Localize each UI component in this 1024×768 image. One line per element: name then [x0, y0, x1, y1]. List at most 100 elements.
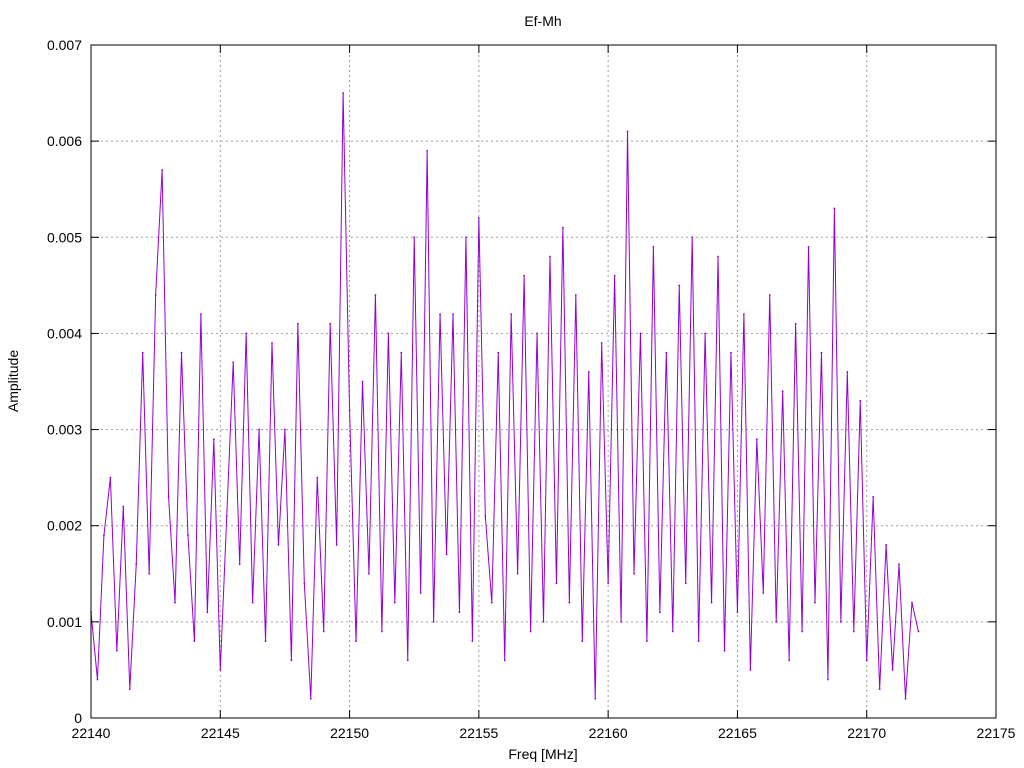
data-point — [400, 351, 403, 354]
chart-svg: 22140 22145 22150 22155 22160 22165 22170 22175… — [0, 0, 1024, 768]
data-point — [148, 572, 151, 575]
data-point — [781, 390, 784, 393]
data-point — [542, 620, 545, 623]
data-point — [684, 582, 687, 585]
data-point — [174, 601, 176, 604]
data-point — [523, 274, 526, 277]
data-point — [419, 592, 422, 594]
x-tick-label: 22165 — [718, 725, 757, 741]
data-point — [445, 553, 448, 556]
data-point — [717, 255, 719, 258]
y-tick-label: 0.003 — [47, 422, 82, 438]
data-point — [788, 659, 791, 662]
data-point — [212, 438, 215, 441]
data-point — [646, 640, 648, 642]
data-point — [574, 294, 577, 296]
data-point — [613, 274, 616, 277]
data-point — [814, 601, 816, 604]
data-point — [219, 669, 222, 671]
data-point — [103, 534, 105, 537]
data-point — [749, 669, 752, 671]
data-point — [393, 601, 396, 604]
data-point — [154, 294, 157, 296]
data-point — [284, 428, 286, 431]
x-tick-label: 22170 — [847, 725, 886, 741]
data-point — [846, 370, 849, 373]
data-point — [549, 255, 551, 258]
data-point — [658, 611, 661, 614]
data-point — [387, 332, 390, 335]
y-tick-label: 0.002 — [47, 518, 82, 534]
data-point — [335, 544, 338, 546]
data-point — [490, 601, 493, 604]
data-point — [225, 515, 228, 517]
data-point — [859, 399, 862, 402]
data-point — [633, 572, 635, 575]
data-point — [128, 688, 131, 691]
data-point — [232, 361, 235, 364]
data-point — [723, 649, 726, 652]
data-point — [665, 351, 668, 354]
data-point — [626, 130, 629, 133]
data-point — [671, 630, 674, 633]
data-point — [600, 342, 603, 344]
y-tick-label: 0.001 — [47, 614, 82, 630]
data-point — [529, 630, 532, 633]
data-point — [736, 611, 739, 614]
y-tick-label: 0.006 — [47, 133, 82, 149]
data-point — [898, 563, 900, 566]
data-point — [827, 678, 829, 681]
data-point — [322, 630, 325, 633]
data-point — [904, 697, 907, 700]
data-point — [742, 313, 745, 316]
data-point — [471, 640, 474, 642]
data-point — [581, 640, 584, 642]
data-point — [187, 534, 189, 537]
data-point — [833, 207, 836, 210]
data-point — [891, 669, 894, 671]
data-point — [458, 611, 461, 614]
data-point — [161, 169, 164, 171]
x-tick-label: 22140 — [72, 725, 111, 741]
data-point — [820, 351, 823, 354]
x-tick-label: 22160 — [589, 725, 628, 741]
data-point — [316, 476, 319, 479]
data-point — [329, 322, 332, 325]
data-point — [361, 380, 364, 383]
data-point — [516, 572, 519, 575]
data-point — [704, 332, 707, 335]
data-point — [277, 544, 280, 546]
data-point — [374, 294, 377, 296]
data-point — [251, 601, 254, 604]
y-tick-label: 0.004 — [47, 325, 82, 341]
data-point — [296, 322, 299, 325]
data-point — [477, 217, 480, 219]
data-point — [342, 92, 345, 94]
data-point — [167, 495, 170, 498]
data-point — [755, 438, 758, 441]
data-point — [878, 688, 881, 691]
data-point — [368, 572, 370, 575]
data-point — [691, 236, 694, 239]
data-point — [497, 351, 500, 354]
data-point — [355, 640, 357, 642]
data-point — [465, 236, 467, 239]
data-point — [561, 226, 564, 229]
data-point — [180, 351, 183, 354]
data-point — [865, 659, 868, 662]
data-point — [135, 563, 138, 566]
data-point — [762, 592, 765, 594]
data-point — [484, 515, 487, 517]
data-point — [555, 582, 558, 585]
data-point — [238, 563, 241, 566]
data-point — [620, 620, 622, 623]
data-point — [775, 620, 778, 623]
chart-container: 22140 22145 22150 22155 22160 22165 22170 22175… — [0, 0, 1024, 768]
data-point — [594, 697, 597, 700]
data-point — [885, 544, 888, 546]
data-point — [122, 505, 125, 508]
data-point — [678, 284, 681, 287]
data-point — [206, 611, 209, 614]
data-point — [730, 351, 732, 354]
data-point — [303, 582, 306, 585]
